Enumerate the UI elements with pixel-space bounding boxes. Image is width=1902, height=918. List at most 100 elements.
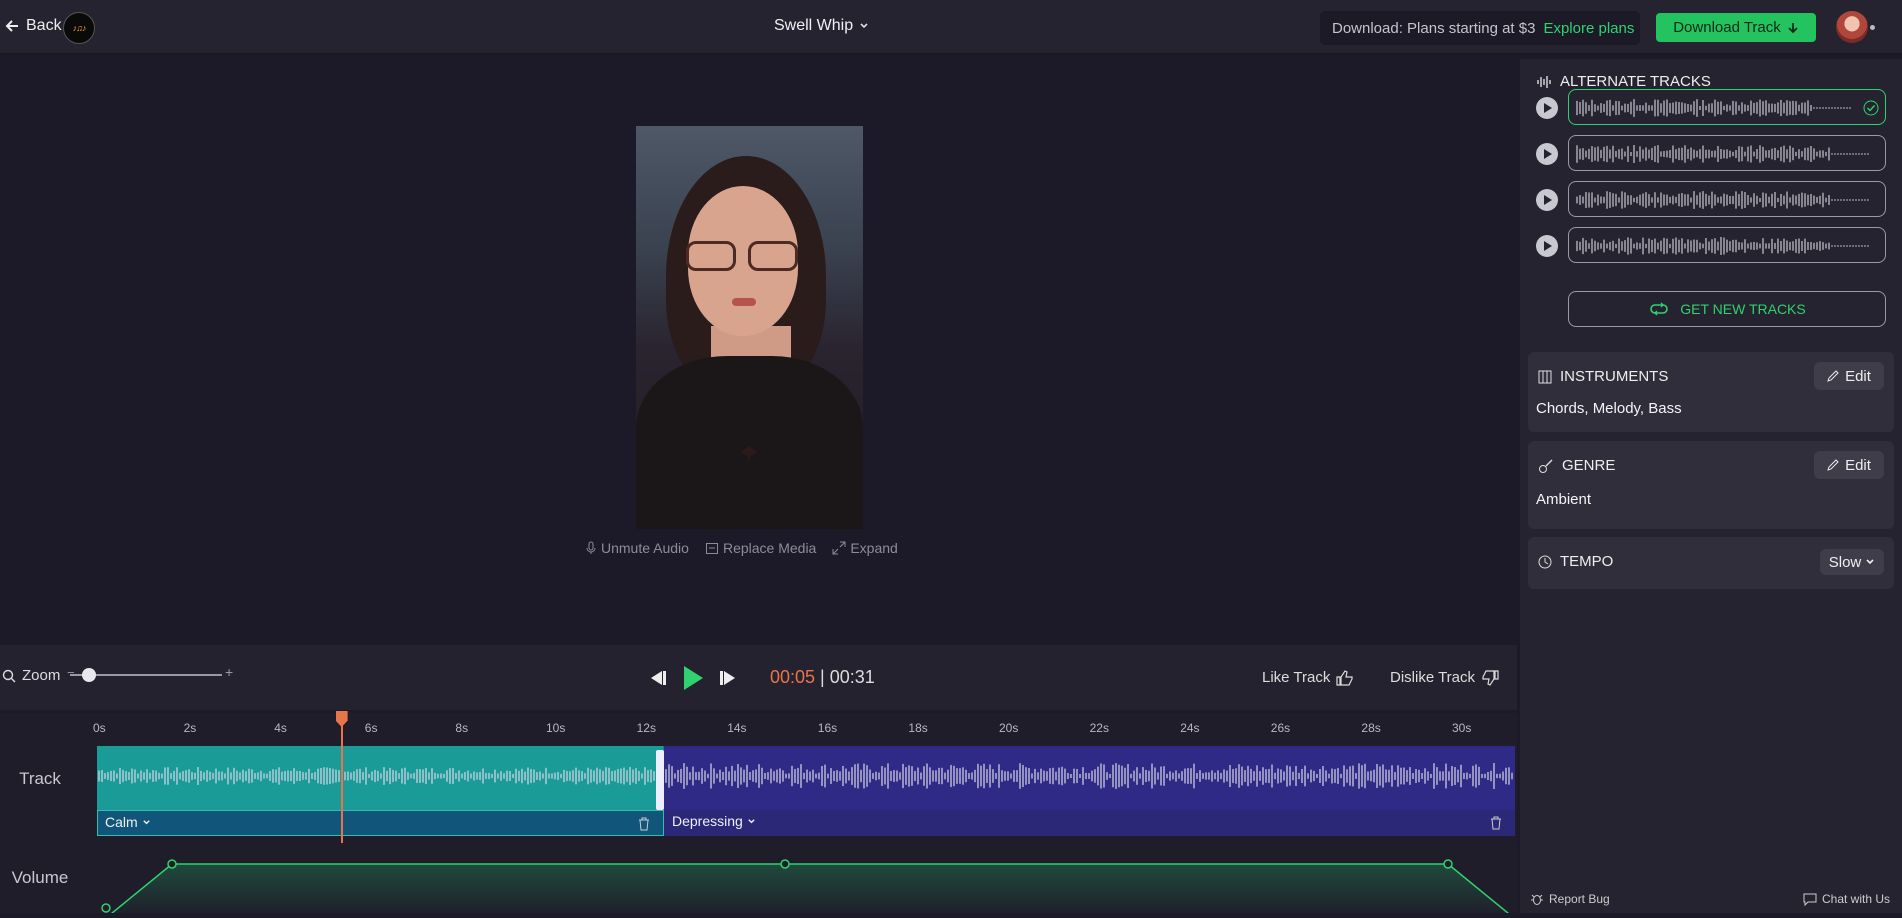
get-new-tracks-button[interactable]: GET NEW TRACKS	[1568, 291, 1886, 327]
skip-back-icon[interactable]	[648, 669, 668, 687]
download-track-button[interactable]: Download Track	[1656, 13, 1816, 42]
tempo-value: Slow	[1828, 553, 1862, 571]
ruler-tick: 8s	[455, 721, 469, 735]
dislike-track-label: Dislike Track	[1390, 669, 1476, 686]
unmute-audio-label: Unmute Audio	[601, 540, 689, 556]
piano-icon	[1538, 370, 1552, 383]
like-track-button[interactable]: Like Track	[1262, 669, 1354, 686]
play-icon[interactable]	[682, 665, 704, 691]
volume-point[interactable]	[1443, 859, 1453, 869]
alternate-track-2	[1536, 135, 1902, 171]
search-icon	[2, 669, 16, 682]
tempo-header: TEMPO	[1538, 553, 1613, 570]
genre-card: GENRE Edit Ambient	[1528, 441, 1894, 529]
alternate-track-waveform[interactable]	[1568, 135, 1886, 171]
clock-icon	[1538, 555, 1552, 568]
refresh-icon	[1650, 302, 1669, 316]
alternate-track-waveform[interactable]	[1568, 181, 1886, 217]
play-icon[interactable]	[1536, 189, 1558, 211]
volume-point[interactable]	[167, 859, 177, 869]
report-bug-link[interactable]: Report Bug	[1530, 892, 1610, 906]
segment-resize-handle[interactable]	[656, 750, 664, 810]
download-track-label: Download Track	[1673, 19, 1781, 36]
pencil-icon	[1827, 459, 1839, 471]
dislike-track-button[interactable]: Dislike Track	[1390, 669, 1499, 686]
project-title-dropdown[interactable]: Swell Whip	[774, 17, 869, 35]
time-ruler[interactable]: 0s 2s 4s 6s 8s 10s 12s 14s 16s 18s 20s 22s 24s 26s 28s…	[0, 713, 1517, 743]
chat-with-us-link[interactable]: Chat with Us	[1803, 892, 1890, 906]
segment-depressing-dropdown[interactable]: Depressing	[672, 813, 756, 829]
instruments-header: INSTRUMENTS	[1538, 368, 1668, 385]
genre-title: GENRE	[1562, 457, 1616, 474]
track-lane[interactable]: Calm Depressing	[97, 746, 1515, 836]
video-stage: Unmute Audio Replace Media Expand	[0, 59, 1517, 645]
ruler-tick: 12s	[636, 721, 656, 735]
time-display: 00:05 | 00:31	[770, 667, 875, 688]
arrow-down-icon	[1788, 22, 1798, 33]
tempo-select[interactable]: Slow	[1820, 549, 1884, 575]
play-icon[interactable]	[1536, 97, 1558, 119]
timeline: 0s 2s 4s 6s 8s 10s 12s 14s 16s 18s 20s 22s 24s 26s 28s…	[0, 711, 1518, 918]
app-logo[interactable]: ♪♫♪	[63, 12, 95, 44]
transport-buttons	[648, 665, 738, 691]
chevron-down-icon	[860, 23, 868, 29]
playback-controls: Zoom − + 00:05 | 00:31 Like Track Dislik…	[0, 645, 1517, 710]
thumbs-up-icon	[1336, 669, 1353, 686]
replace-media-button[interactable]: Replace Media	[705, 540, 816, 556]
guitar-icon	[1539, 459, 1553, 473]
expand-button[interactable]: Expand	[832, 540, 898, 556]
zoom-control: Zoom	[2, 667, 60, 684]
video-subject-body	[636, 356, 863, 529]
like-track-label: Like Track	[1262, 669, 1331, 686]
time-separator: |	[815, 667, 830, 687]
zoom-slider-knob[interactable]	[82, 668, 97, 682]
trash-icon[interactable]	[638, 817, 650, 831]
alternate-tracks-header: ALTERNATE TRACKS	[1536, 73, 1711, 90]
bug-icon	[1531, 894, 1543, 905]
volume-point[interactable]	[780, 859, 790, 869]
track-row-label: Track	[19, 769, 61, 788]
edit-genre-button[interactable]: Edit	[1814, 451, 1884, 479]
zoom-out-button[interactable]: −	[67, 665, 75, 680]
ruler-tick: 22s	[1089, 721, 1109, 735]
explore-plans-link[interactable]: Explore plans	[1543, 20, 1634, 37]
play-icon[interactable]	[1536, 235, 1558, 257]
right-panel: ALTERNATE TRACKS GET NEW TRACKS INSTRUME…	[1520, 59, 1902, 913]
video-preview[interactable]	[636, 126, 863, 529]
ruler-tick: 4s	[274, 721, 287, 735]
back-button[interactable]: Back	[4, 17, 62, 35]
ruler-tick: 26s	[1270, 721, 1291, 735]
segment-depressing-label: Depressing	[672, 813, 743, 829]
project-title: Swell Whip	[774, 17, 854, 34]
chevron-down-icon	[1866, 559, 1874, 565]
avatar-menu-dot[interactable]	[1870, 25, 1875, 30]
edit-label: Edit	[1845, 367, 1871, 385]
alternate-track-waveform[interactable]	[1568, 89, 1886, 125]
unmute-audio-button[interactable]: Unmute Audio	[585, 540, 689, 556]
replace-media-icon	[705, 543, 718, 554]
zoom-in-button[interactable]: +	[225, 664, 233, 680]
volume-point[interactable]	[101, 903, 111, 913]
check-circle-icon	[1863, 100, 1879, 116]
waveform-icon	[1537, 75, 1551, 88]
volume-lane[interactable]	[100, 843, 1518, 918]
media-actions: Unmute Audio Replace Media Expand	[585, 540, 898, 556]
ruler-tick: 6s	[364, 721, 378, 735]
alternate-tracks-title: ALTERNATE TRACKS	[1560, 73, 1711, 90]
alternate-track-waveform[interactable]	[1568, 227, 1886, 263]
play-icon[interactable]	[1536, 143, 1558, 165]
current-time: 00:05	[770, 667, 816, 687]
skip-forward-icon[interactable]	[718, 669, 738, 687]
alternate-track-1	[1536, 89, 1902, 125]
edit-instruments-button[interactable]: Edit	[1814, 362, 1884, 390]
ruler-tick: 24s	[1180, 721, 1200, 735]
user-avatar[interactable]	[1836, 11, 1868, 43]
trash-icon[interactable]	[1490, 816, 1502, 830]
edit-label: Edit	[1845, 456, 1871, 474]
segment-calm-dropdown[interactable]: Calm	[105, 814, 151, 830]
total-time: 00:31	[829, 667, 875, 687]
playhead-line	[340, 713, 343, 848]
volume-envelope[interactable]	[100, 843, 1518, 918]
zoom-label: Zoom	[22, 667, 61, 684]
genre-value: Ambient	[1536, 491, 1592, 508]
